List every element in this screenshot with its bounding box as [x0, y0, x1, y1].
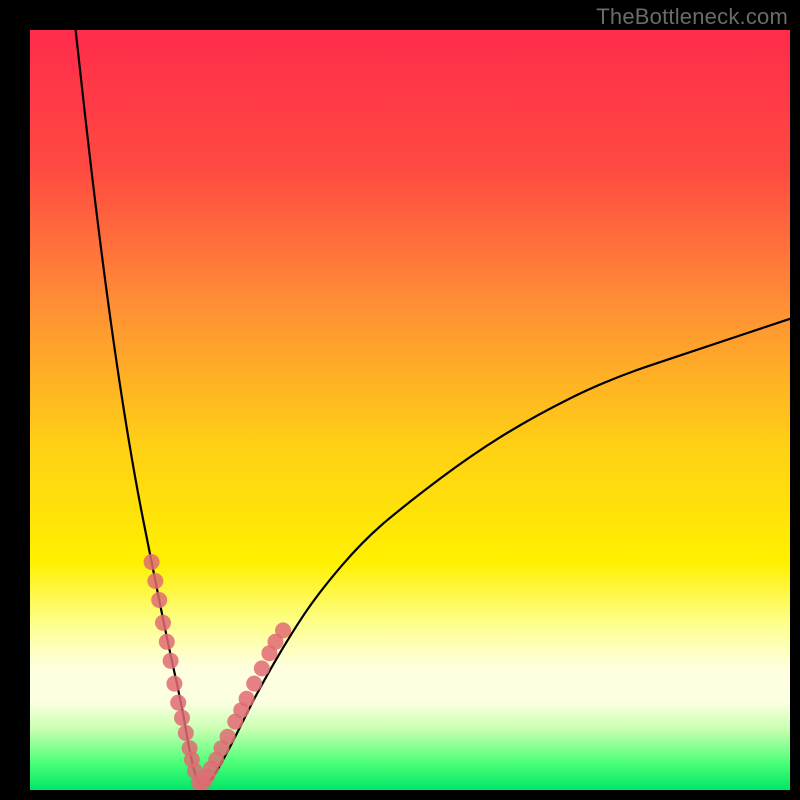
- highlight-dot: [170, 695, 186, 711]
- highlight-dot: [275, 622, 291, 638]
- bottleneck-curve: [76, 30, 790, 785]
- highlight-dot: [246, 676, 262, 692]
- highlight-dot: [166, 676, 182, 692]
- highlight-dot: [144, 554, 160, 570]
- watermark-text: TheBottleneck.com: [596, 4, 788, 30]
- highlight-dot: [254, 660, 270, 676]
- highlight-dot: [147, 573, 163, 589]
- highlight-dot: [178, 725, 194, 741]
- curve-layer: [30, 30, 790, 790]
- highlight-dot: [220, 729, 236, 745]
- chart-frame: TheBottleneck.com: [0, 0, 800, 800]
- highlight-dot: [163, 653, 179, 669]
- highlight-dot: [159, 634, 175, 650]
- highlight-dot: [155, 615, 171, 631]
- highlight-dot: [239, 691, 255, 707]
- highlight-dot: [151, 592, 167, 608]
- highlight-dot: [174, 710, 190, 726]
- plot-area: [30, 30, 790, 790]
